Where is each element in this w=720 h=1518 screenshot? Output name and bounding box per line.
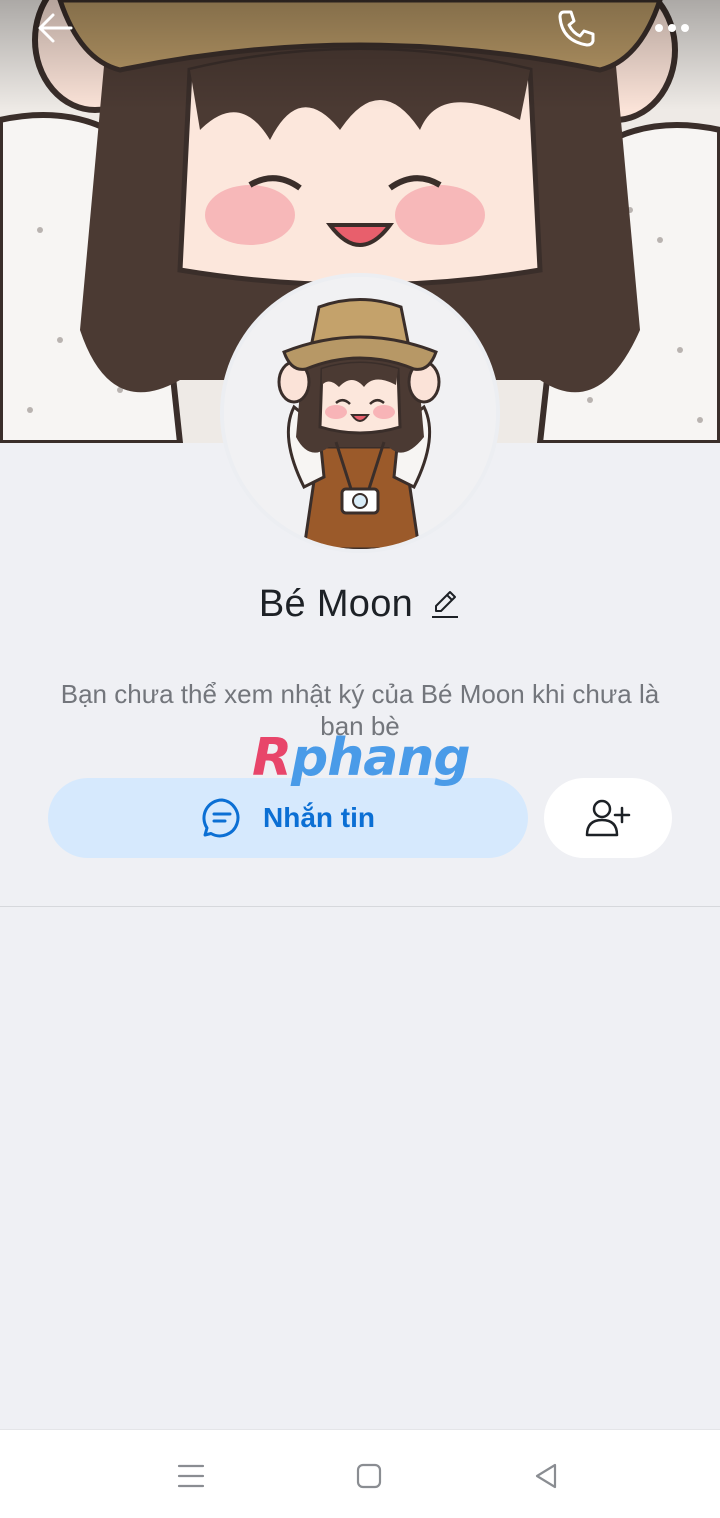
arrow-left-icon (38, 13, 73, 43)
call-button[interactable] (554, 6, 598, 50)
profile-name-row: Bé Moon (0, 578, 720, 630)
section-divider (0, 906, 720, 907)
user-plus-icon (585, 799, 631, 837)
profile-name: Bé Moon (258, 582, 414, 625)
watermark-rest: phang (291, 728, 471, 788)
menu-lines-icon (177, 1464, 205, 1488)
nav-home-button[interactable] (349, 1456, 389, 1496)
phone-icon (558, 10, 595, 47)
nav-back-button[interactable] (526, 1456, 566, 1496)
message-button-label: Nhắn tin (263, 802, 375, 833)
watermark-first-letter: R (252, 728, 292, 788)
add-friend-button[interactable] (544, 778, 672, 858)
more-dots-icon (655, 24, 689, 32)
triangle-back-icon (535, 1463, 557, 1489)
nav-menu-button[interactable] (171, 1456, 211, 1496)
more-button[interactable] (650, 6, 694, 50)
system-navigation-bar (0, 1429, 720, 1518)
watermark-logo: Rphang (252, 728, 471, 788)
pencil-icon (432, 591, 459, 618)
avatar[interactable] (224, 277, 496, 549)
message-button[interactable]: Nhắn tin (48, 778, 528, 858)
avatar-illustration (224, 277, 496, 549)
cover-shade (0, 0, 720, 110)
chat-bubble-icon (202, 798, 240, 838)
back-button[interactable] (33, 6, 77, 50)
home-square-icon (356, 1463, 382, 1489)
edit-name-button[interactable] (429, 586, 461, 622)
